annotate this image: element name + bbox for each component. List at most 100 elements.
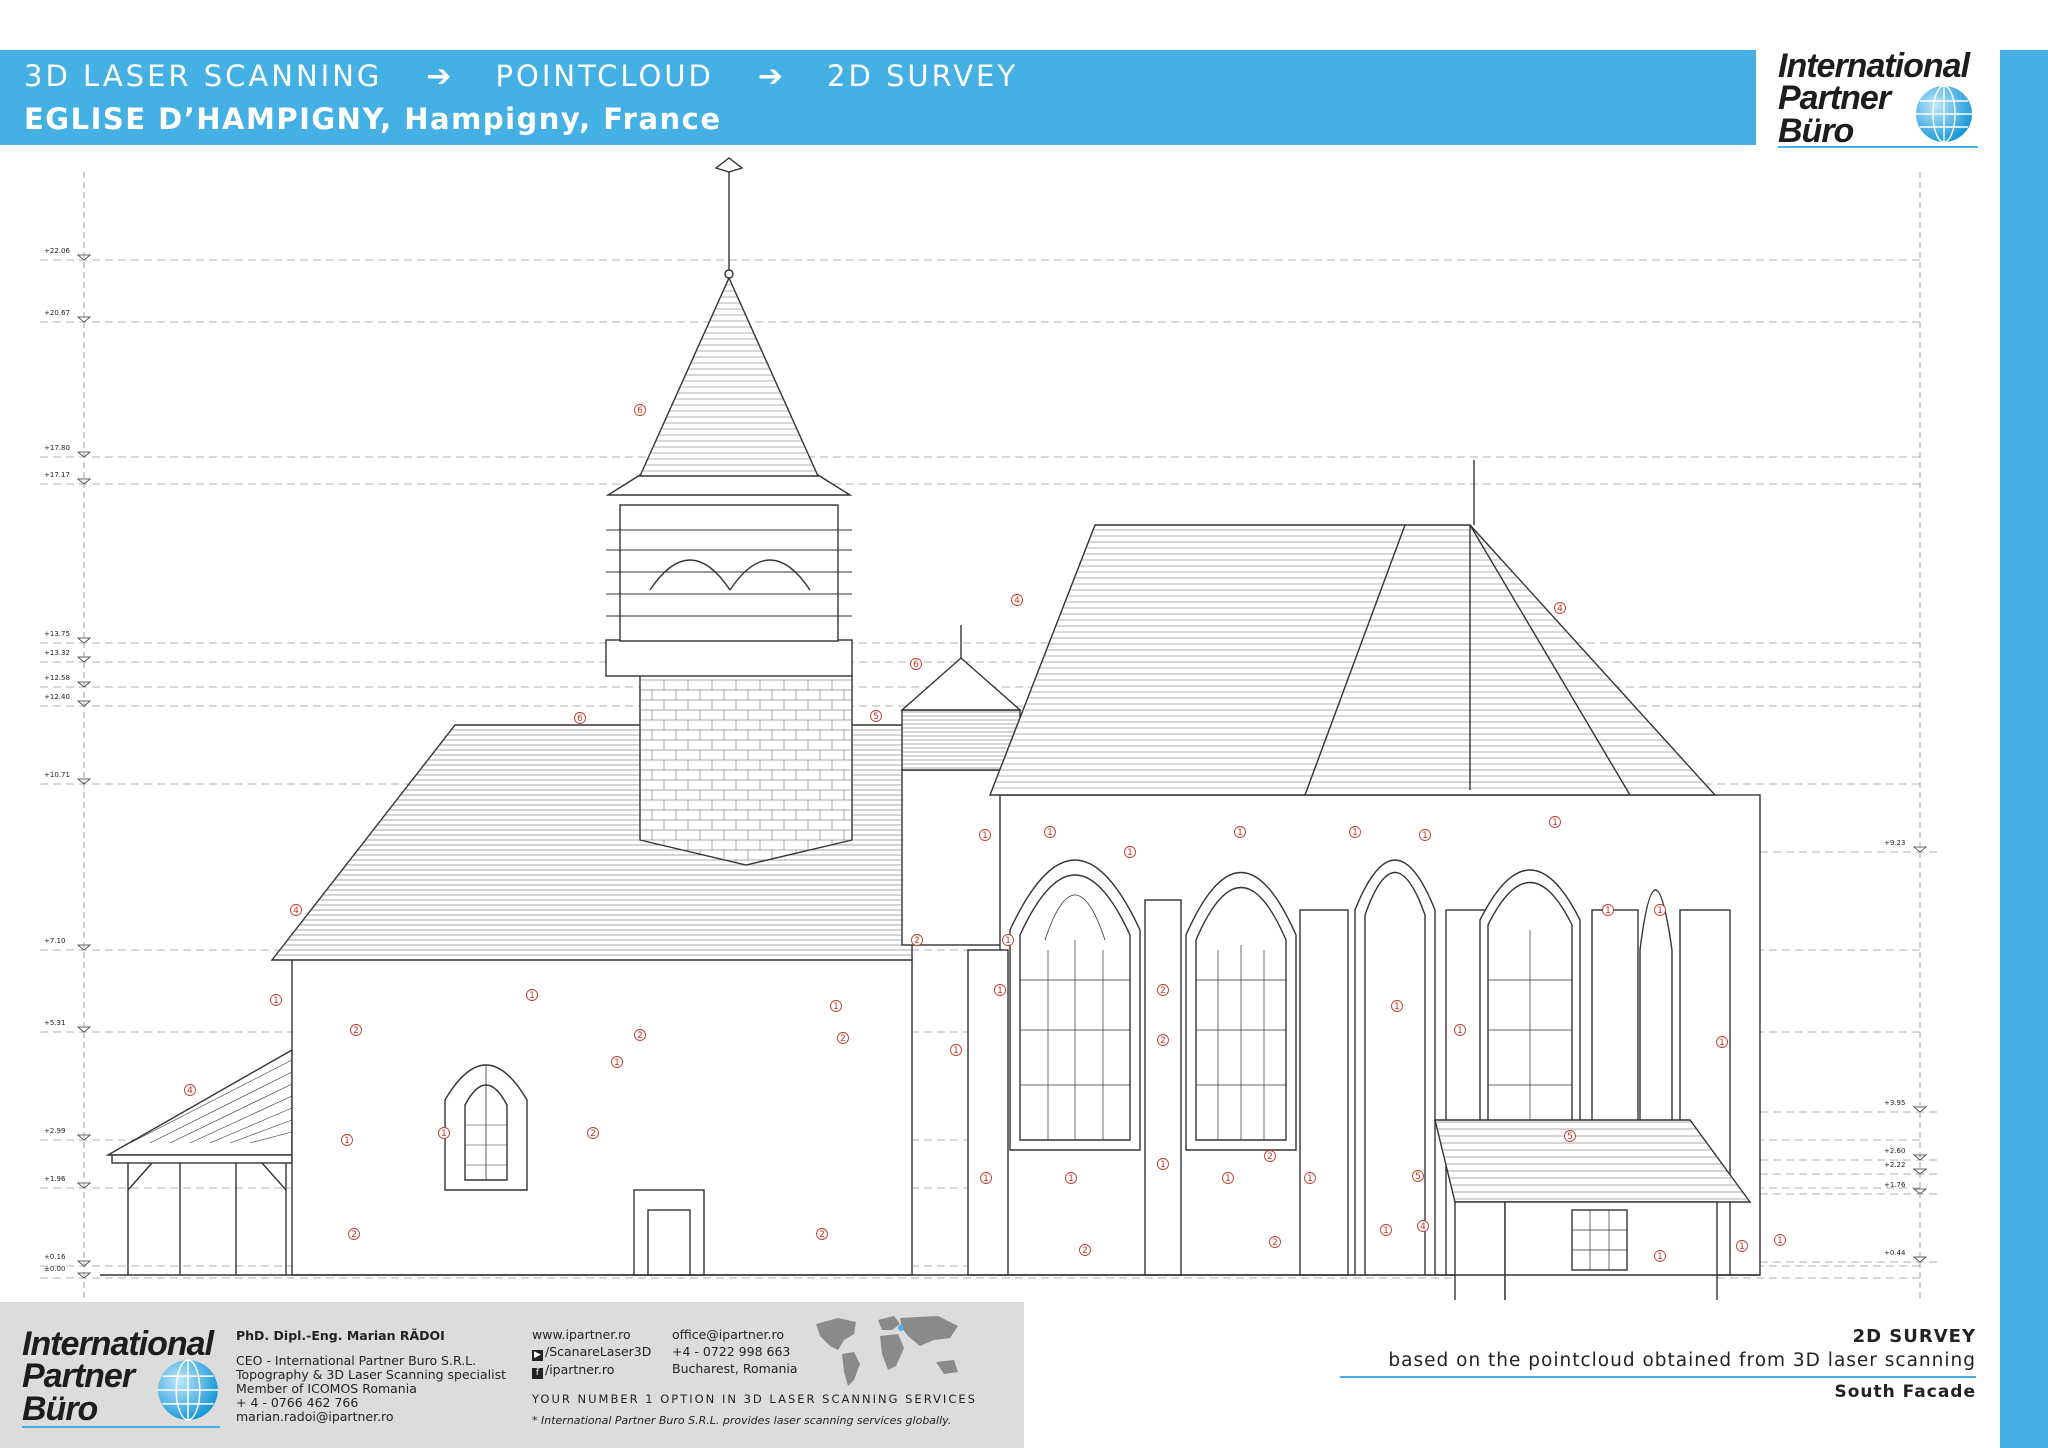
svg-text:4: 4: [1557, 604, 1563, 614]
website-link[interactable]: www.ipartner.ro: [532, 1326, 651, 1343]
material-marker: 2: [1157, 1034, 1169, 1046]
svg-text:1: 1: [1352, 828, 1358, 838]
contact-name: PhD. Dipl.-Eng. Marian RĂDOI: [236, 1328, 445, 1343]
material-marker: 2: [816, 1228, 828, 1240]
svg-text:1: 1: [1739, 1242, 1745, 1252]
level-label: +5.31: [44, 1019, 65, 1027]
material-marker: 1: [438, 1127, 450, 1139]
svg-text:4: 4: [187, 1086, 193, 1096]
material-marker: 1: [830, 1000, 842, 1012]
svg-text:6: 6: [577, 714, 583, 724]
caption-description: based on the pointcloud obtained from 3D…: [1388, 1350, 1976, 1371]
material-marker: 2: [911, 934, 923, 946]
material-marker: 2: [1157, 984, 1169, 996]
svg-text:1: 1: [833, 1002, 839, 1012]
svg-text:1: 1: [1047, 828, 1053, 838]
svg-text:2: 2: [1267, 1152, 1273, 1162]
material-marker: 1: [994, 984, 1006, 996]
material-marker: 1: [1602, 904, 1614, 916]
level-label: +10.71: [44, 771, 70, 779]
svg-text:1: 1: [344, 1136, 350, 1146]
svg-text:1: 1: [1127, 848, 1133, 858]
material-marker: 4: [290, 904, 302, 916]
svg-text:2: 2: [351, 1230, 357, 1240]
material-marker: 1: [1065, 1172, 1077, 1184]
material-marker: 2: [348, 1228, 360, 1240]
material-marker: 4: [1554, 602, 1566, 614]
level-label: +2.99: [44, 1127, 65, 1135]
svg-text:5: 5: [1415, 1172, 1421, 1182]
level-label: +2.22: [1884, 1161, 1905, 1169]
svg-text:2: 2: [914, 936, 920, 946]
material-marker: 6: [574, 712, 586, 724]
material-marker: 1: [341, 1134, 353, 1146]
level-label: +17.17: [44, 471, 70, 479]
material-marker: 1: [1124, 846, 1136, 858]
office-phone: +4 - 0722 998 663: [672, 1344, 791, 1359]
material-marker: 2: [837, 1032, 849, 1044]
svg-text:5: 5: [873, 712, 879, 722]
level-label: +20.67: [44, 309, 70, 317]
arrow-right-icon: ➔: [757, 58, 783, 94]
svg-text:6: 6: [637, 406, 643, 416]
facebook-link[interactable]: f/ipartner.ro: [532, 1361, 651, 1379]
material-marker: 5: [1412, 1170, 1424, 1182]
material-marker: 1: [1044, 826, 1056, 838]
svg-text:1: 1: [1225, 1174, 1231, 1184]
tagline: YOUR NUMBER 1 OPTION IN 3D LASER SCANNIN…: [532, 1392, 977, 1406]
material-marker: 1: [1380, 1224, 1392, 1236]
material-marker: 4: [1417, 1220, 1429, 1232]
svg-text:1: 1: [1422, 831, 1428, 841]
material-marker: 1: [1419, 829, 1431, 841]
level-label: +0.44: [1884, 1249, 1906, 1257]
level-label: +1.76: [1884, 1181, 1906, 1189]
youtube-link[interactable]: ▶/ScanareLaser3D: [532, 1343, 651, 1361]
process-steps: 3D LASER SCANNING ➔ POINTCLOUD ➔ 2D SURV…: [24, 54, 1018, 98]
level-label: +22.06: [44, 247, 70, 255]
material-marker: 1: [1002, 934, 1014, 946]
svg-text:1: 1: [983, 1174, 989, 1184]
office-email-link[interactable]: office@ipartner.ro: [672, 1326, 798, 1343]
level-label: +1.96: [44, 1175, 66, 1183]
svg-text:2: 2: [1272, 1238, 1278, 1248]
caption-view: South Facade: [1834, 1382, 1976, 1402]
contact-email[interactable]: marian.radoi@ipartner.ro: [236, 1410, 506, 1424]
svg-text:1: 1: [614, 1058, 620, 1068]
level-label: +13.32: [44, 649, 70, 657]
material-marker: 1: [979, 829, 991, 841]
material-marker: 1: [1222, 1172, 1234, 1184]
svg-text:4: 4: [1420, 1222, 1426, 1232]
svg-text:1: 1: [953, 1046, 959, 1056]
level-label: +3.95: [1884, 1099, 1905, 1107]
svg-text:1: 1: [997, 986, 1003, 996]
svg-text:2: 2: [1160, 1036, 1166, 1046]
material-marker: 1: [1736, 1240, 1748, 1252]
right-accent-bar: [2000, 50, 2048, 1448]
svg-text:2: 2: [819, 1230, 825, 1240]
svg-text:2: 2: [353, 1026, 359, 1036]
svg-text:1: 1: [1457, 1026, 1463, 1036]
level-label: +0.16: [44, 1253, 66, 1261]
material-marker: 1: [1157, 1158, 1169, 1170]
material-marker: 1: [1304, 1172, 1316, 1184]
svg-text:1: 1: [982, 831, 988, 841]
caption-title: 2D SURVEY: [1852, 1326, 1976, 1347]
svg-text:1: 1: [1605, 906, 1611, 916]
material-marker: 2: [1079, 1244, 1091, 1256]
svg-text:4: 4: [1014, 596, 1020, 606]
material-marker: 1: [1774, 1234, 1786, 1246]
level-label: +9.23: [1884, 839, 1905, 847]
material-marker: 1: [1234, 826, 1246, 838]
level-label: +13.75: [44, 630, 70, 638]
svg-text:1: 1: [1307, 1174, 1313, 1184]
material-marker: 1: [270, 994, 282, 1006]
material-marker: 2: [1269, 1236, 1281, 1248]
svg-text:1: 1: [1383, 1226, 1389, 1236]
arrow-right-icon: ➔: [426, 58, 452, 94]
svg-text:2: 2: [590, 1129, 596, 1139]
material-marker: 4: [184, 1084, 196, 1096]
svg-text:1: 1: [1552, 818, 1558, 828]
web-links: www.ipartner.ro ▶/ScanareLaser3D f/ipart…: [532, 1326, 651, 1379]
right-level-lines: +9.23 +3.95 +2.60 +2.22 +1.76 +0.44: [1760, 839, 1940, 1263]
svg-text:2: 2: [1160, 986, 1166, 996]
